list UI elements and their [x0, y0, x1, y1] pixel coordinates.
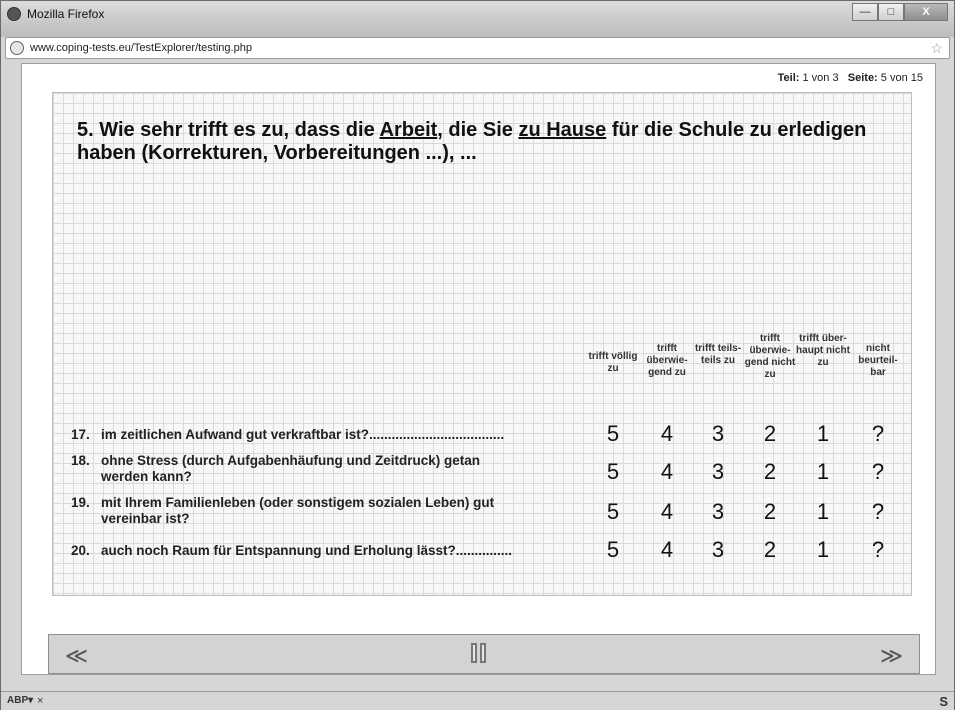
status-bar: ABP▾ × S — [1, 691, 954, 710]
adblock-icon[interactable]: ABP▾ — [7, 695, 33, 706]
rating-option[interactable]: 4 — [640, 459, 694, 485]
seite-value: 5 von 15 — [880, 72, 923, 84]
title-bar: Mozilla Firefox — □ X — [1, 1, 954, 37]
item-line: mit Ihrem Familienleben (oder sonstigem … — [101, 495, 495, 510]
teil-value: 1 von 3 — [802, 72, 839, 84]
item-number: 18. — [71, 453, 90, 468]
rating-option[interactable]: 1 — [796, 499, 850, 525]
star-icon[interactable]: ☆ — [930, 40, 943, 57]
prev-arrow-icon[interactable]: ≪ — [65, 643, 88, 669]
window-controls: — □ X — [852, 3, 948, 21]
pause-bar — [480, 643, 486, 663]
addon-s-icon[interactable]: S — [939, 694, 948, 709]
rating-option[interactable]: 1 — [796, 459, 850, 485]
rating-option[interactable]: 4 — [640, 499, 694, 525]
item-line: ohne Stress (durch Aufgabenhäufung und Z… — [101, 453, 481, 468]
rating-option[interactable]: ? — [851, 537, 905, 563]
item-line-2: werden kann? — [101, 469, 192, 484]
rating-option[interactable]: 2 — [743, 499, 797, 525]
rating-option[interactable]: 4 — [640, 537, 694, 563]
rating-option[interactable]: ? — [851, 499, 905, 525]
rating-option[interactable]: 5 — [586, 537, 640, 563]
pause-icon[interactable] — [471, 643, 486, 663]
questionnaire-panel: 5. Wie sehr trifft es zu, dass die Arbei… — [52, 92, 912, 596]
column-header: trifft teils-teils zu — [694, 343, 742, 366]
firefox-icon — [7, 7, 21, 21]
question-underline-1: Arbeit — [379, 119, 438, 141]
item-number: 17. — [71, 427, 90, 442]
minimize-button[interactable]: — — [852, 3, 878, 21]
rating-option[interactable]: 5 — [586, 459, 640, 485]
next-arrow-icon[interactable]: ≫ — [880, 643, 903, 669]
question-mid: , die Sie — [437, 119, 519, 141]
rating-option[interactable]: 2 — [743, 459, 797, 485]
item-number: 20. — [71, 543, 90, 558]
question-text: 5. Wie sehr trifft es zu, dass die Arbei… — [77, 119, 867, 165]
item-20-text: 20. auch noch Raum für Entspannung und Er… — [71, 543, 591, 559]
rating-option[interactable]: 3 — [691, 499, 745, 525]
rating-option[interactable]: 1 — [796, 421, 850, 447]
column-header: nicht beurteil-bar — [858, 343, 898, 378]
item-19-text: 19. mit Ihrem Familienleben (oder sonstig… — [71, 495, 591, 527]
item-17-text: 17. im zeitlichen Aufwand gut verkraftbar… — [71, 427, 591, 443]
question-underline-2: zu Hause — [518, 119, 607, 141]
rating-option[interactable]: 2 — [743, 421, 797, 447]
navigation-bar: ≪ ≫ — [48, 634, 920, 674]
maximize-button[interactable]: □ — [878, 3, 904, 21]
rating-option[interactable]: 5 — [586, 499, 640, 525]
browser-window: Mozilla Firefox — □ X www.coping-tests.e… — [0, 0, 955, 710]
column-header: trifft über-haupt nicht zu — [796, 333, 850, 368]
pause-bar — [471, 643, 477, 663]
rating-option[interactable]: 3 — [691, 537, 745, 563]
rating-option[interactable]: ? — [851, 459, 905, 485]
item-line: auch noch Raum für Entspannung und Erhol… — [101, 543, 513, 558]
column-header: trifft überwie-gend nicht zu — [744, 333, 796, 380]
page-info: Teil: 1 von 3 Seite: 5 von 15 — [778, 72, 923, 84]
item-number: 19. — [71, 495, 90, 510]
address-bar[interactable]: www.coping-tests.eu/TestExplorer/testing… — [5, 37, 950, 59]
rating-option[interactable]: 4 — [640, 421, 694, 447]
close-button[interactable]: X — [904, 3, 948, 21]
rating-option[interactable]: 3 — [691, 459, 745, 485]
close-addon-bar-icon[interactable]: × — [37, 695, 43, 707]
globe-icon — [10, 41, 24, 55]
rating-option[interactable]: 2 — [743, 537, 797, 563]
item-line: im zeitlichen Aufwand gut verkraftbar is… — [101, 427, 505, 442]
url-text[interactable]: www.coping-tests.eu/TestExplorer/testing… — [30, 42, 252, 54]
rating-option[interactable]: 5 — [586, 421, 640, 447]
teil-label: Teil: — [777, 72, 800, 84]
page-content: Teil: 1 von 3 Seite: 5 von 15 5. Wie seh… — [21, 63, 936, 675]
column-header: trifft völlig zu — [588, 351, 638, 374]
window-title: Mozilla Firefox — [27, 7, 105, 21]
item-line-2: vereinbar ist? — [101, 511, 190, 526]
column-header: trifft überwie-gend zu — [646, 343, 688, 378]
rating-option[interactable]: 3 — [691, 421, 745, 447]
question-prefix: 5. Wie sehr trifft es zu, dass die — [77, 119, 380, 141]
seite-label: Seite: — [847, 72, 878, 84]
item-18-text: 18. ohne Stress (durch Aufgabenhäufung un… — [71, 453, 591, 485]
rating-option[interactable]: ? — [851, 421, 905, 447]
rating-option[interactable]: 1 — [796, 537, 850, 563]
